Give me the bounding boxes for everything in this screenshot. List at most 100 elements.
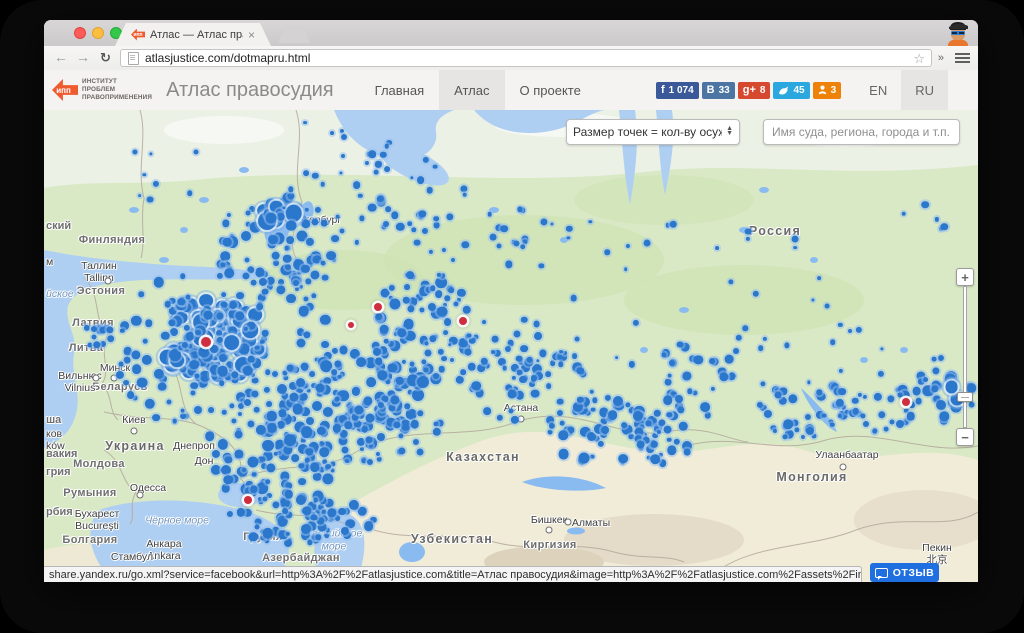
zoom-in-button[interactable]: + — [956, 268, 974, 286]
court-dot[interactable] — [531, 389, 540, 398]
court-dot[interactable] — [321, 341, 329, 349]
court-dot[interactable] — [298, 478, 306, 486]
court-dot[interactable] — [453, 302, 458, 307]
court-dot[interactable] — [590, 389, 595, 394]
court-dot[interactable] — [548, 430, 553, 435]
new-tab-button[interactable] — [278, 26, 310, 43]
profile-avatar[interactable] — [942, 21, 974, 46]
court-dot[interactable] — [255, 345, 260, 350]
court-dot[interactable] — [384, 166, 390, 172]
court-dot[interactable] — [700, 402, 710, 412]
zoom-slider-track[interactable] — [963, 286, 967, 428]
court-dot[interactable] — [293, 280, 299, 286]
court-dot[interactable] — [906, 412, 915, 421]
tab-close-icon[interactable]: × — [248, 29, 255, 41]
court-dot[interactable] — [618, 454, 628, 464]
court-dot[interactable] — [411, 420, 420, 429]
court-dot[interactable] — [309, 371, 315, 377]
court-dot[interactable] — [312, 219, 319, 226]
court-dot[interactable] — [256, 303, 264, 311]
highlighted-court-dot[interactable] — [201, 337, 211, 347]
court-dot[interactable] — [200, 371, 211, 382]
highlighted-court-dot[interactable] — [902, 398, 910, 406]
court-dot[interactable] — [437, 306, 448, 317]
court-dot[interactable] — [194, 406, 202, 414]
court-dot[interactable] — [251, 377, 258, 384]
court-dot[interactable] — [186, 295, 191, 300]
court-dot[interactable] — [901, 211, 906, 216]
court-dot[interactable] — [848, 329, 852, 333]
court-dot[interactable] — [733, 348, 739, 354]
court-dot[interactable] — [167, 399, 172, 404]
court-dot[interactable] — [330, 468, 335, 473]
court-dot[interactable] — [296, 339, 305, 348]
court-dot[interactable] — [546, 383, 552, 389]
court-dot[interactable] — [268, 235, 278, 245]
court-dot[interactable] — [252, 391, 259, 398]
court-dot[interactable] — [337, 375, 342, 380]
court-dot[interactable] — [500, 225, 508, 233]
court-dot[interactable] — [830, 423, 835, 428]
forward-button[interactable]: → — [76, 49, 90, 65]
court-dot[interactable] — [335, 515, 341, 521]
court-dot[interactable] — [286, 236, 294, 244]
court-dot[interactable] — [384, 339, 389, 344]
feedback-button[interactable]: ОТЗЫВ — [870, 563, 939, 582]
court-dot[interactable] — [492, 336, 499, 343]
court-dot[interactable] — [615, 356, 619, 360]
court-dot[interactable] — [758, 345, 764, 351]
court-dot[interactable] — [461, 370, 467, 376]
court-dot[interactable] — [825, 304, 830, 309]
odnoklassniki-share-button[interactable]: 3 — [813, 82, 842, 99]
court-dot[interactable] — [331, 369, 337, 375]
nav-item-О проекте[interactable]: О проекте — [505, 70, 596, 110]
court-dot[interactable] — [896, 420, 904, 428]
court-dot[interactable] — [438, 366, 445, 373]
court-dot[interactable] — [923, 377, 929, 383]
court-dot[interactable] — [223, 475, 233, 485]
court-dot[interactable] — [426, 187, 433, 194]
court-dot[interactable] — [663, 425, 672, 434]
court-dot[interactable] — [262, 440, 274, 452]
court-dot[interactable] — [283, 254, 292, 263]
court-dot[interactable] — [289, 392, 298, 401]
court-dot[interactable] — [331, 235, 339, 243]
court-dot[interactable] — [374, 170, 379, 175]
court-dot[interactable] — [444, 318, 452, 326]
court-dot[interactable] — [284, 246, 289, 251]
court-dot[interactable] — [591, 407, 596, 412]
court-dot[interactable] — [472, 381, 482, 391]
court-dot[interactable] — [312, 401, 322, 411]
court-dot[interactable] — [667, 412, 673, 418]
court-dot[interactable] — [169, 349, 181, 361]
court-dot[interactable] — [313, 472, 322, 481]
court-dot[interactable] — [863, 421, 869, 427]
court-dot[interactable] — [410, 362, 415, 367]
court-dot[interactable] — [434, 216, 440, 222]
court-dot[interactable] — [636, 440, 645, 449]
court-dot[interactable] — [205, 432, 215, 442]
court-dot[interactable] — [462, 305, 471, 314]
court-dot[interactable] — [378, 370, 388, 380]
court-dot[interactable] — [221, 292, 227, 298]
court-dot[interactable] — [406, 409, 417, 420]
court-dot[interactable] — [339, 429, 348, 438]
court-dot[interactable] — [119, 361, 124, 366]
court-dot[interactable] — [250, 279, 257, 286]
court-dot[interactable] — [324, 533, 330, 539]
court-dot[interactable] — [278, 279, 284, 285]
site-logo[interactable]: ипп ИНСТИТУТПРОБЛЕМПРАВОПРИМЕНЕНИЯ — [44, 70, 152, 110]
court-dot[interactable] — [345, 459, 349, 463]
court-dot[interactable] — [496, 244, 501, 249]
court-dot[interactable] — [384, 144, 389, 149]
court-dot[interactable] — [502, 366, 507, 371]
court-dot[interactable] — [172, 419, 177, 424]
court-dot[interactable] — [608, 410, 618, 420]
facebook-share-button[interactable]: f1 074 — [656, 82, 699, 99]
court-dot[interactable] — [282, 508, 288, 514]
court-dot[interactable] — [383, 221, 389, 227]
court-dot[interactable] — [433, 164, 438, 169]
court-dot[interactable] — [817, 276, 821, 280]
court-dot[interactable] — [725, 355, 734, 364]
court-dot[interactable] — [406, 271, 414, 279]
